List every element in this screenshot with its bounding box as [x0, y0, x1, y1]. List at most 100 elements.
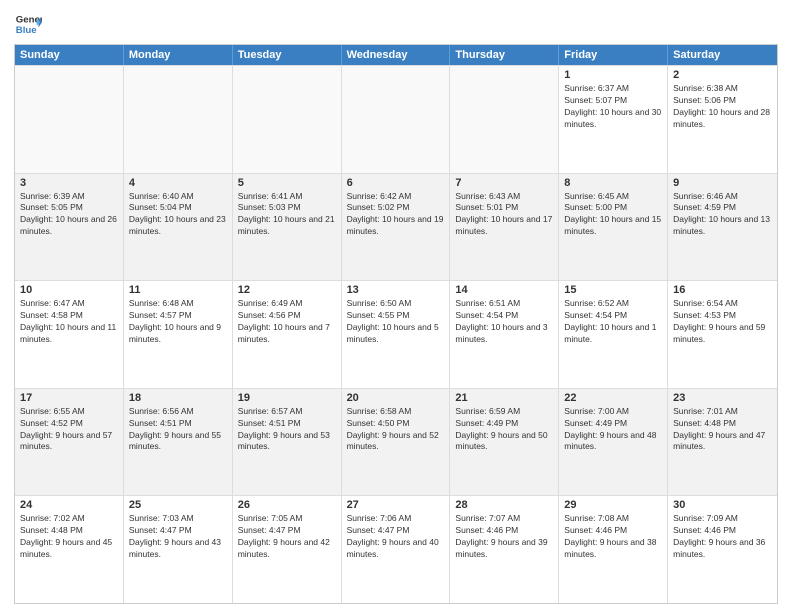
cal-cell: 28 Sunrise: 7:07 AM Sunset: 4:46 PM Dayli… [450, 496, 559, 603]
cell-info: Sunrise: 6:38 AM Sunset: 5:06 PM Dayligh… [673, 83, 772, 131]
cal-row-1: 3 Sunrise: 6:39 AM Sunset: 5:05 PM Daylig… [15, 173, 777, 281]
cal-cell: 2 Sunrise: 6:38 AM Sunset: 5:06 PM Daylig… [668, 66, 777, 173]
cell-info: Sunrise: 6:45 AM Sunset: 5:00 PM Dayligh… [564, 191, 662, 239]
cal-cell: 1 Sunrise: 6:37 AM Sunset: 5:07 PM Daylig… [559, 66, 668, 173]
cell-info: Sunrise: 6:40 AM Sunset: 5:04 PM Dayligh… [129, 191, 227, 239]
cell-info: Sunrise: 6:57 AM Sunset: 4:51 PM Dayligh… [238, 406, 336, 454]
cell-info: Sunrise: 6:54 AM Sunset: 4:53 PM Dayligh… [673, 298, 772, 346]
cal-cell [124, 66, 233, 173]
day-number: 8 [564, 177, 662, 189]
header-day-wednesday: Wednesday [342, 45, 451, 65]
cal-cell: 21 Sunrise: 6:59 AM Sunset: 4:49 PM Dayli… [450, 389, 559, 496]
cell-info: Sunrise: 7:02 AM Sunset: 4:48 PM Dayligh… [20, 513, 118, 561]
cal-cell: 5 Sunrise: 6:41 AM Sunset: 5:03 PM Daylig… [233, 174, 342, 281]
day-number: 27 [347, 499, 445, 511]
day-number: 10 [20, 284, 118, 296]
cell-info: Sunrise: 7:00 AM Sunset: 4:49 PM Dayligh… [564, 406, 662, 454]
cal-cell: 16 Sunrise: 6:54 AM Sunset: 4:53 PM Dayli… [668, 281, 777, 388]
cell-info: Sunrise: 6:39 AM Sunset: 5:05 PM Dayligh… [20, 191, 118, 239]
day-number: 15 [564, 284, 662, 296]
header-day-monday: Monday [124, 45, 233, 65]
cal-cell: 22 Sunrise: 7:00 AM Sunset: 4:49 PM Dayli… [559, 389, 668, 496]
day-number: 28 [455, 499, 553, 511]
cal-cell: 18Sunrise: 6:56 AM Sunset: 4:51 PM Dayli… [124, 389, 233, 496]
cell-info: Sunrise: 6:52 AM Sunset: 4:54 PM Dayligh… [564, 298, 662, 346]
day-number: 9 [673, 177, 772, 189]
header-day-saturday: Saturday [668, 45, 777, 65]
cal-cell: 9 Sunrise: 6:46 AM Sunset: 4:59 PM Daylig… [668, 174, 777, 281]
day-number: 12 [238, 284, 336, 296]
cell-info: Sunrise: 7:08 AM Sunset: 4:46 PM Dayligh… [564, 513, 662, 561]
cell-info: Sunrise: 7:09 AM Sunset: 4:46 PM Dayligh… [673, 513, 772, 561]
cal-cell: 10 Sunrise: 6:47 AM Sunset: 4:58 PM Dayli… [15, 281, 124, 388]
day-number: 22 [564, 392, 662, 404]
day-number: 4 [129, 177, 227, 189]
cell-info: Sunrise: 7:07 AM Sunset: 4:46 PM Dayligh… [455, 513, 553, 561]
cell-info: Sunrise: 7:03 AM Sunset: 4:47 PM Dayligh… [129, 513, 227, 561]
cal-cell: 26Sunrise: 7:05 AM Sunset: 4:47 PM Dayli… [233, 496, 342, 603]
day-number: 13 [347, 284, 445, 296]
day-number: 16 [673, 284, 772, 296]
cell-info: Sunrise: 6:55 AM Sunset: 4:52 PM Dayligh… [20, 406, 118, 454]
day-number: 18 [129, 392, 227, 404]
cal-cell: 17Sunrise: 6:55 AM Sunset: 4:52 PM Dayli… [15, 389, 124, 496]
cell-info: Sunrise: 6:47 AM Sunset: 4:58 PM Dayligh… [20, 298, 118, 346]
cell-info: Sunrise: 7:06 AM Sunset: 4:47 PM Dayligh… [347, 513, 445, 561]
cal-cell [233, 66, 342, 173]
calendar: SundayMondayTuesdayWednesdayThursdayFrid… [14, 44, 778, 604]
cal-cell: 13Sunrise: 6:50 AM Sunset: 4:55 PM Dayli… [342, 281, 451, 388]
cal-row-3: 17Sunrise: 6:55 AM Sunset: 4:52 PM Dayli… [15, 388, 777, 496]
cell-info: Sunrise: 6:43 AM Sunset: 5:01 PM Dayligh… [455, 191, 553, 239]
day-number: 2 [673, 69, 772, 81]
cal-cell: 20Sunrise: 6:58 AM Sunset: 4:50 PM Dayli… [342, 389, 451, 496]
cal-cell: 14Sunrise: 6:51 AM Sunset: 4:54 PM Dayli… [450, 281, 559, 388]
day-number: 30 [673, 499, 772, 511]
cal-row-2: 10 Sunrise: 6:47 AM Sunset: 4:58 PM Dayli… [15, 280, 777, 388]
cal-cell: 12 Sunrise: 6:49 AM Sunset: 4:56 PM Dayli… [233, 281, 342, 388]
day-number: 6 [347, 177, 445, 189]
cal-row-0: 1 Sunrise: 6:37 AM Sunset: 5:07 PM Daylig… [15, 65, 777, 173]
cal-cell: 23 Sunrise: 7:01 AM Sunset: 4:48 PM Dayli… [668, 389, 777, 496]
cell-info: Sunrise: 6:48 AM Sunset: 4:57 PM Dayligh… [129, 298, 227, 346]
cal-cell: 11 Sunrise: 6:48 AM Sunset: 4:57 PM Dayli… [124, 281, 233, 388]
day-number: 11 [129, 284, 227, 296]
cal-cell: 19 Sunrise: 6:57 AM Sunset: 4:51 PM Dayli… [233, 389, 342, 496]
cell-info: Sunrise: 6:49 AM Sunset: 4:56 PM Dayligh… [238, 298, 336, 346]
cal-cell: 3 Sunrise: 6:39 AM Sunset: 5:05 PM Daylig… [15, 174, 124, 281]
cal-cell: 24 Sunrise: 7:02 AM Sunset: 4:48 PM Dayli… [15, 496, 124, 603]
cell-info: Sunrise: 6:51 AM Sunset: 4:54 PM Dayligh… [455, 298, 553, 346]
cell-info: Sunrise: 6:37 AM Sunset: 5:07 PM Dayligh… [564, 83, 662, 131]
cal-cell: 6 Sunrise: 6:42 AM Sunset: 5:02 PM Daylig… [342, 174, 451, 281]
cal-cell: 8 Sunrise: 6:45 AM Sunset: 5:00 PM Daylig… [559, 174, 668, 281]
day-number: 21 [455, 392, 553, 404]
day-number: 20 [347, 392, 445, 404]
day-number: 5 [238, 177, 336, 189]
cal-cell [450, 66, 559, 173]
header-day-thursday: Thursday [450, 45, 559, 65]
cell-info: Sunrise: 6:42 AM Sunset: 5:02 PM Dayligh… [347, 191, 445, 239]
svg-text:Blue: Blue [16, 25, 37, 36]
cal-cell: 15 Sunrise: 6:52 AM Sunset: 4:54 PM Dayli… [559, 281, 668, 388]
day-number: 1 [564, 69, 662, 81]
cal-cell: 25 Sunrise: 7:03 AM Sunset: 4:47 PM Dayli… [124, 496, 233, 603]
header: General Blue [14, 10, 778, 38]
day-number: 23 [673, 392, 772, 404]
cell-info: Sunrise: 6:59 AM Sunset: 4:49 PM Dayligh… [455, 406, 553, 454]
cal-cell [15, 66, 124, 173]
day-number: 24 [20, 499, 118, 511]
day-number: 25 [129, 499, 227, 511]
cal-cell: 7Sunrise: 6:43 AM Sunset: 5:01 PM Daylig… [450, 174, 559, 281]
calendar-body: 1 Sunrise: 6:37 AM Sunset: 5:07 PM Daylig… [15, 65, 777, 603]
header-day-tuesday: Tuesday [233, 45, 342, 65]
day-number: 19 [238, 392, 336, 404]
cal-cell: 27 Sunrise: 7:06 AM Sunset: 4:47 PM Dayli… [342, 496, 451, 603]
calendar-header: SundayMondayTuesdayWednesdayThursdayFrid… [15, 45, 777, 65]
cell-info: Sunrise: 7:01 AM Sunset: 4:48 PM Dayligh… [673, 406, 772, 454]
cell-info: Sunrise: 6:41 AM Sunset: 5:03 PM Dayligh… [238, 191, 336, 239]
header-day-sunday: Sunday [15, 45, 124, 65]
page: General Blue SundayMondayTuesdayWednesda… [0, 0, 792, 612]
cal-cell [342, 66, 451, 173]
day-number: 3 [20, 177, 118, 189]
cell-info: Sunrise: 6:46 AM Sunset: 4:59 PM Dayligh… [673, 191, 772, 239]
cal-cell: 30 Sunrise: 7:09 AM Sunset: 4:46 PM Dayli… [668, 496, 777, 603]
